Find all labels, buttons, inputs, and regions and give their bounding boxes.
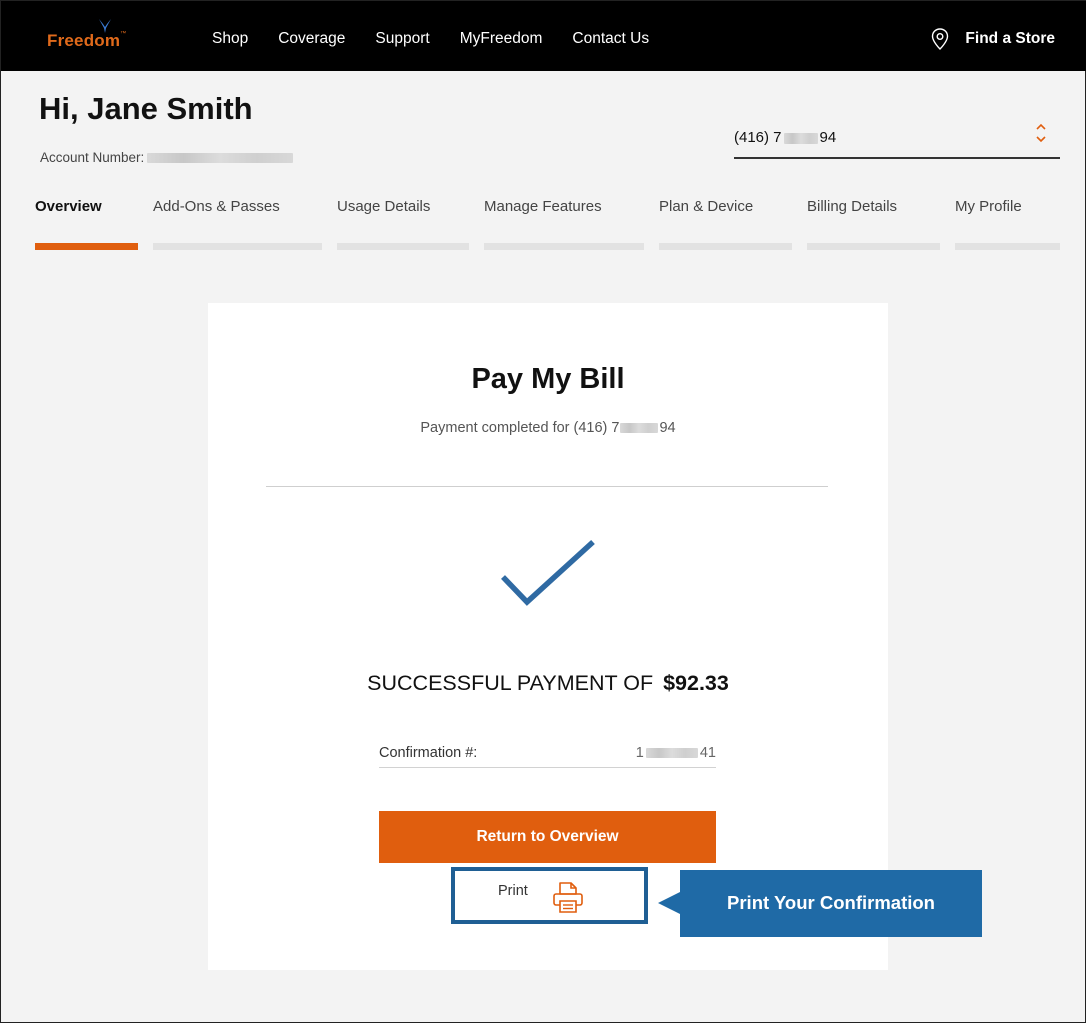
phone-redacted	[783, 132, 818, 144]
subtitle-prefix: Payment completed for (416) 7	[420, 420, 620, 436]
nav-contact-us[interactable]: Contact Us	[572, 30, 649, 48]
tab-indicator-profile	[955, 243, 1060, 250]
location-pin-icon	[932, 28, 949, 50]
payment-subtitle: Payment completed for (416) 7 94	[208, 420, 888, 436]
confirmation-prefix: 1	[635, 745, 644, 761]
account-number-redacted	[147, 152, 294, 163]
phone-prefix: (416) 7	[734, 129, 782, 146]
tab-indicator-usage	[337, 243, 469, 250]
divider	[266, 486, 828, 487]
find-a-store-label: Find a Store	[965, 30, 1055, 47]
callout-text: Print Your Confirmation	[727, 892, 935, 913]
subtitle-phone-redacted	[620, 423, 659, 434]
confirmation-suffix: 41	[699, 745, 716, 761]
greeting-heading: Hi, Jane Smith	[39, 91, 253, 126]
success-text: SUCCESSFUL PAYMENT OF	[367, 671, 654, 695]
tab-indicator-add-ons	[153, 243, 322, 250]
find-a-store-link[interactable]: Find a Store	[931, 28, 1055, 50]
tab-plan-device[interactable]: Plan & Device	[659, 198, 753, 215]
checkmark-icon	[501, 539, 595, 606]
tab-indicator-features	[484, 243, 644, 250]
account-number: Account Number:	[40, 150, 294, 165]
nav-shop[interactable]: Shop	[212, 30, 248, 48]
nav-coverage[interactable]: Coverage	[278, 30, 345, 48]
phone-suffix: 94	[819, 129, 837, 146]
nav-support[interactable]: Support	[375, 30, 429, 48]
top-navigation-bar: Freedom™ Shop Coverage Support MyFreedom…	[1, 1, 1086, 71]
tab-indicator-overview	[35, 243, 138, 250]
confirmation-redacted	[645, 748, 698, 758]
chevron-up-down-icon	[1036, 123, 1046, 143]
success-message: SUCCESSFUL PAYMENT OF $92.33	[208, 671, 888, 696]
tab-usage-details[interactable]: Usage Details	[337, 198, 430, 215]
confirmation-number: 1 41	[636, 745, 716, 761]
print-button[interactable]: Print	[451, 867, 648, 924]
payment-amount: $92.33	[663, 671, 729, 695]
nav-myfreedom[interactable]: MyFreedom	[460, 30, 543, 48]
tab-add-ons-passes[interactable]: Add-Ons & Passes	[153, 198, 280, 215]
confirmation-label: Confirmation #:	[379, 745, 478, 761]
phone-number-select[interactable]: (416) 7 94	[734, 119, 1060, 159]
printer-icon	[553, 882, 583, 913]
tab-indicator-billing	[807, 243, 940, 250]
trademark-mark: ™	[120, 31, 127, 37]
page-title: Pay My Bill	[471, 363, 625, 395]
selected-phone-number: (416) 7 94	[734, 129, 836, 146]
tab-indicator-plan	[659, 243, 792, 250]
account-number-label: Account Number:	[40, 150, 145, 165]
tab-my-profile[interactable]: My Profile	[955, 198, 1022, 215]
confirmation-row: Confirmation #: 1 41	[379, 745, 716, 768]
tab-overview[interactable]: Overview	[35, 198, 102, 215]
tab-manage-features[interactable]: Manage Features	[484, 198, 602, 215]
main-nav: Shop Coverage Support MyFreedom Contact …	[212, 30, 649, 48]
return-to-overview-button[interactable]: Return to Overview	[379, 811, 716, 863]
print-label: Print	[498, 883, 528, 899]
butterfly-icon	[99, 19, 111, 33]
tab-billing-details[interactable]: Billing Details	[807, 198, 897, 215]
print-confirmation-callout: Print Your Confirmation	[658, 870, 982, 937]
freedom-logo[interactable]: Freedom™	[47, 19, 127, 51]
subtitle-suffix: 94	[659, 420, 676, 436]
